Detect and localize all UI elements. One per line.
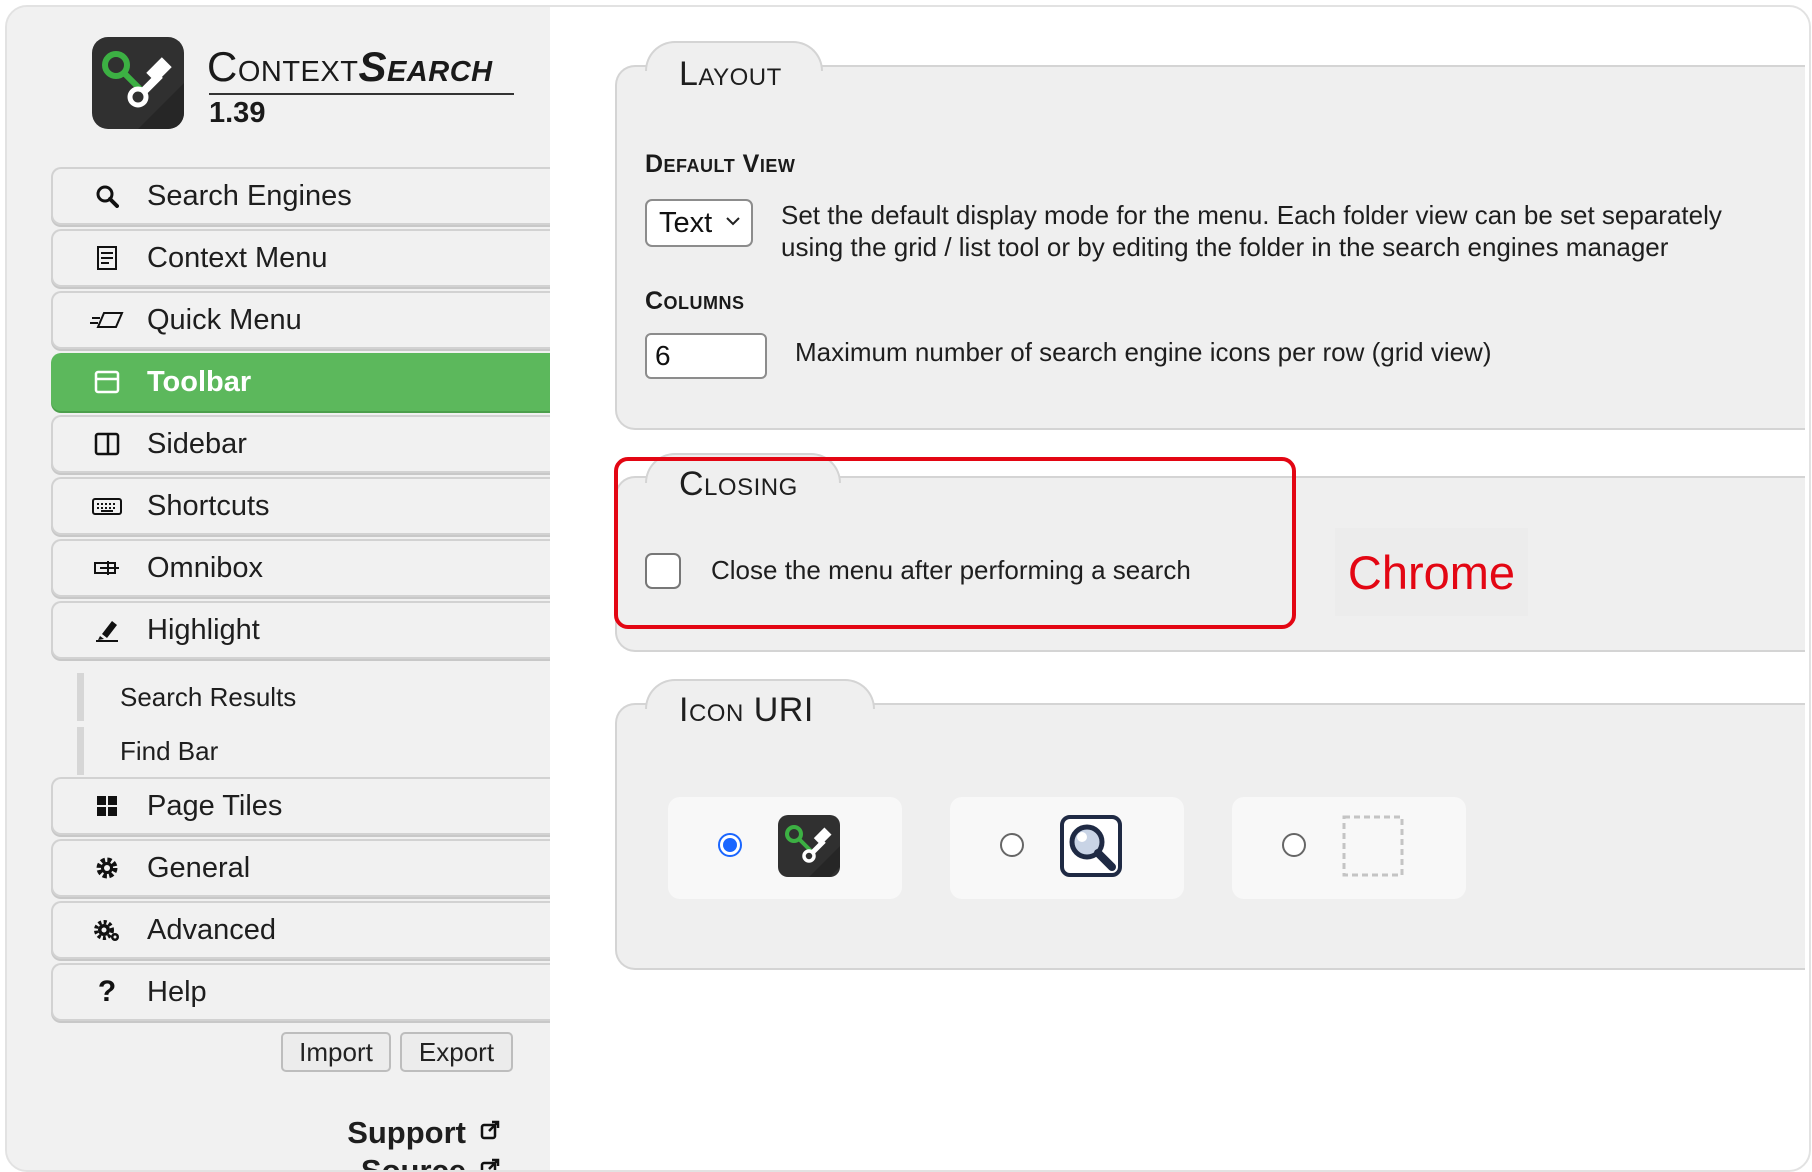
nav-item-sidebar[interactable]: Sidebar xyxy=(51,415,550,473)
app-name: ContextSearch xyxy=(207,43,493,90)
default-view-select[interactable]: Text xyxy=(645,199,753,247)
columns-input[interactable] xyxy=(645,333,767,379)
nav-label: Page Tiles xyxy=(147,789,283,822)
nav-item-page-tiles[interactable]: Page Tiles xyxy=(51,777,550,835)
app-name-rule xyxy=(209,93,514,95)
toolbar-icon xyxy=(87,370,127,394)
nav-item-shortcuts[interactable]: Shortcuts xyxy=(51,477,550,535)
nav-label: Shortcuts xyxy=(147,489,270,522)
columns-label: Columns xyxy=(645,287,745,315)
nav-label: Help xyxy=(147,975,207,1008)
columns-description: Maximum number of search engine icons pe… xyxy=(795,337,1492,367)
default-view-description: Set the default display mode for the men… xyxy=(781,199,1722,263)
nav-label: Toolbar xyxy=(147,365,252,398)
icon-uri-legend: Icon URI xyxy=(679,691,814,729)
icon-option-radio[interactable] xyxy=(1282,833,1306,857)
import-button[interactable]: Import xyxy=(281,1032,391,1072)
nav-item-highlight[interactable]: Highlight xyxy=(51,601,550,659)
nav-item-advanced[interactable]: Advanced xyxy=(51,901,550,959)
nav-label: Highlight xyxy=(147,613,260,646)
nav-item-omnibox[interactable]: Omnibox xyxy=(51,539,550,597)
settings-panel: Layout Default View Text Set the default… xyxy=(550,7,1809,1170)
chevron-down-icon xyxy=(725,209,741,239)
support-link[interactable]: Support xyxy=(347,1115,500,1151)
source-link[interactable]: Source xyxy=(361,1153,500,1170)
nav-item-quick-menu[interactable]: Quick Menu xyxy=(51,291,550,349)
default-view-value: Text xyxy=(659,206,713,239)
source-label: Source xyxy=(361,1153,466,1170)
nav-item-general[interactable]: General xyxy=(51,839,550,897)
magnifier-icon xyxy=(1060,815,1122,877)
nav-label: Omnibox xyxy=(147,551,264,584)
nav-item-search-engines[interactable]: Search Engines xyxy=(51,167,550,225)
question-icon: ? xyxy=(97,975,117,1008)
browser-tag: Chrome xyxy=(1335,528,1528,616)
tiles-icon xyxy=(87,795,127,817)
highlighter-icon xyxy=(87,618,127,642)
nav-label: Search Engines xyxy=(147,179,352,212)
desc-line: using the grid / list tool or by editing… xyxy=(781,232,1669,262)
default-view-label: Default View xyxy=(645,150,796,178)
external-link-icon xyxy=(480,1120,500,1146)
nav-item-help[interactable]: ? Help xyxy=(51,963,550,1021)
omnibox-icon xyxy=(87,560,127,576)
nav-label: Advanced xyxy=(147,913,276,946)
nav-label: Quick Menu xyxy=(147,303,302,336)
app-version: 1.39 xyxy=(209,97,266,129)
keyboard-icon xyxy=(87,496,127,516)
icon-option-blank[interactable] xyxy=(1232,797,1466,899)
export-button[interactable]: Export xyxy=(400,1032,513,1072)
nav-label: Sidebar xyxy=(147,427,247,460)
blank-icon xyxy=(1342,815,1404,877)
desc-line: Set the default display mode for the men… xyxy=(781,200,1722,230)
nav-item-toolbar[interactable]: Toolbar xyxy=(51,353,550,411)
sub-item-find-bar[interactable]: Find Bar xyxy=(77,727,218,775)
icon-option-magnifier[interactable] xyxy=(950,797,1184,899)
app-logo xyxy=(92,37,184,129)
gear-icon xyxy=(87,855,127,881)
nav-item-context-menu[interactable]: Context Menu xyxy=(51,229,550,287)
nav-label: Context Menu xyxy=(147,241,328,274)
nav-label: General xyxy=(147,851,251,884)
support-label: Support xyxy=(347,1115,466,1150)
highlight-annotation-box xyxy=(614,457,1296,629)
icon-option-radio[interactable] xyxy=(1000,833,1024,857)
gears-icon xyxy=(87,917,127,943)
quick-menu-icon xyxy=(87,310,127,330)
menu-list-icon xyxy=(87,245,127,271)
search-icon xyxy=(87,184,127,208)
icon-option-radio[interactable] xyxy=(718,833,742,857)
contextsearch-logo-icon xyxy=(778,815,840,877)
layout-legend: Layout xyxy=(679,55,782,93)
sidebar: ContextSearch 1.39 Search Engines Contex… xyxy=(7,7,550,1170)
sidebar-icon xyxy=(87,432,127,456)
options-window: ContextSearch 1.39 Search Engines Contex… xyxy=(5,5,1811,1172)
external-link-icon xyxy=(480,1158,500,1170)
icon-option-contextsearch[interactable] xyxy=(668,797,902,899)
sub-item-search-results[interactable]: Search Results xyxy=(77,673,296,721)
